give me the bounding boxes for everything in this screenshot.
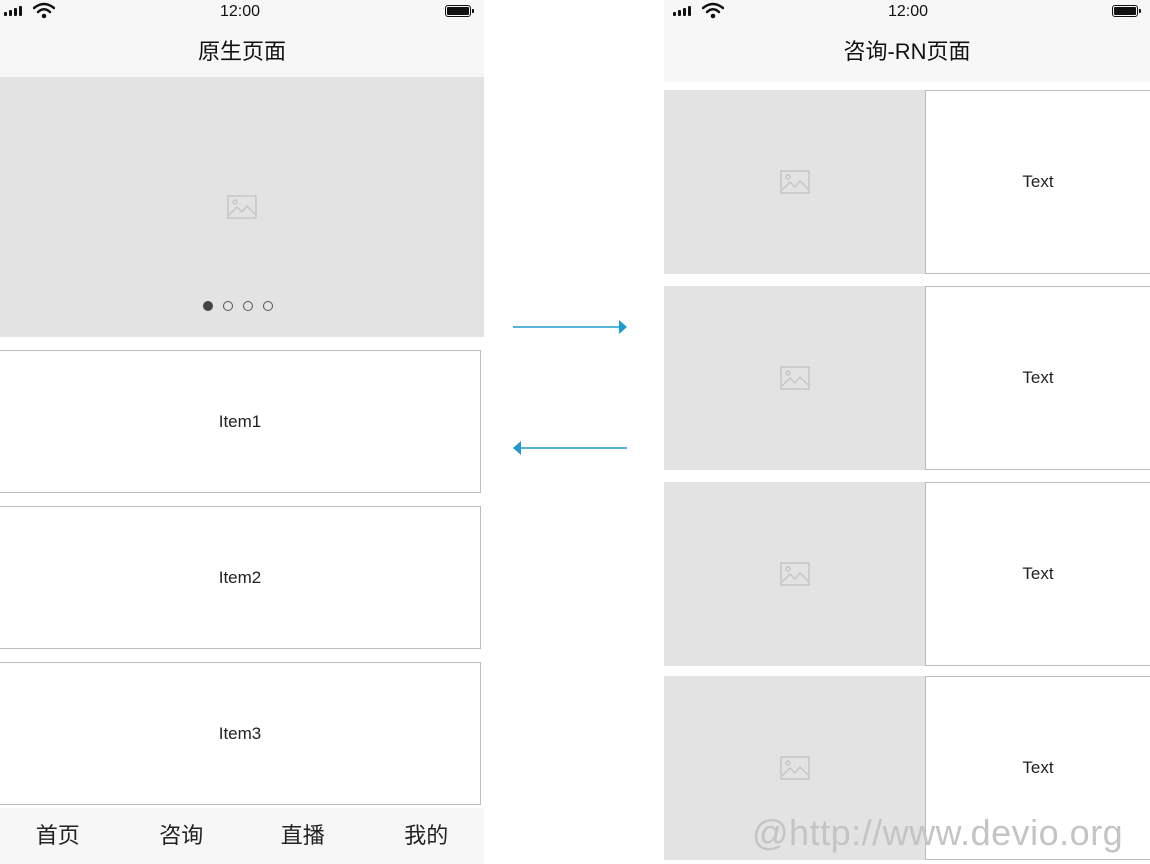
- list-item[interactable]: Item1: [0, 350, 481, 493]
- tab-bar: 首页 咨询 直播 我的: [0, 808, 484, 864]
- status-time: 12:00: [219, 3, 261, 20]
- signal-icon: [4, 6, 22, 16]
- watermark: @http://www.devio.org: [752, 812, 1124, 853]
- tab-mine[interactable]: 我的: [361, 808, 485, 864]
- signal-icon: [673, 6, 691, 16]
- list-item-label: Item1: [218, 411, 262, 431]
- list-item-label: Item2: [218, 567, 262, 587]
- status-bar: 12:00: [0, 0, 484, 24]
- banner-carousel[interactable]: [0, 77, 484, 337]
- row-image: [664, 482, 925, 666]
- row-text: Text: [925, 90, 1150, 274]
- carousel-dot[interactable]: [223, 301, 233, 311]
- rn-page-screen: 12:00 咨询-RN页面 Text Text Text Text: [664, 0, 1150, 864]
- wifi-icon: [702, 2, 724, 19]
- navigate-back-arrow-icon: [513, 441, 627, 455]
- list-row[interactable]: Text: [664, 286, 1150, 470]
- battery-icon: [1112, 5, 1141, 17]
- row-image: [664, 90, 925, 274]
- image-placeholder-icon: [779, 170, 810, 194]
- list-item-label: Item3: [218, 723, 262, 743]
- image-placeholder-icon: [779, 562, 810, 586]
- row-text: Text: [925, 286, 1150, 470]
- page-title: 咨询-RN页面: [843, 39, 971, 64]
- tab-home[interactable]: 首页: [0, 808, 124, 864]
- status-bar: 12:00: [664, 0, 1150, 24]
- list-item[interactable]: Item3: [0, 662, 481, 805]
- row-image: [664, 286, 925, 470]
- nav-bar: 咨询-RN页面: [664, 24, 1150, 82]
- carousel-dot[interactable]: [243, 301, 253, 311]
- list-row[interactable]: Text: [664, 482, 1150, 666]
- image-placeholder-icon: [779, 756, 810, 780]
- image-placeholder-icon: [227, 194, 257, 219]
- tab-live[interactable]: 直播: [245, 808, 361, 864]
- row-text: Text: [925, 482, 1150, 666]
- status-time: 12:00: [887, 3, 929, 20]
- list-item[interactable]: Item2: [0, 506, 481, 649]
- carousel-dots: [198, 298, 288, 316]
- native-page-screen: 12:00 原生页面 Item1 Item2 Item3 首页 咨询 直播 我的: [0, 0, 484, 864]
- carousel-dot[interactable]: [263, 301, 273, 311]
- page-title: 原生页面: [197, 39, 286, 64]
- navigate-forward-arrow-icon: [513, 320, 627, 334]
- nav-bar: 原生页面: [0, 24, 484, 77]
- list-row[interactable]: Text: [664, 90, 1150, 274]
- tab-consult[interactable]: 咨询: [124, 808, 246, 864]
- wifi-icon: [33, 2, 55, 19]
- image-placeholder-icon: [779, 366, 810, 390]
- carousel-dot-active[interactable]: [203, 301, 213, 311]
- battery-icon: [445, 5, 474, 17]
